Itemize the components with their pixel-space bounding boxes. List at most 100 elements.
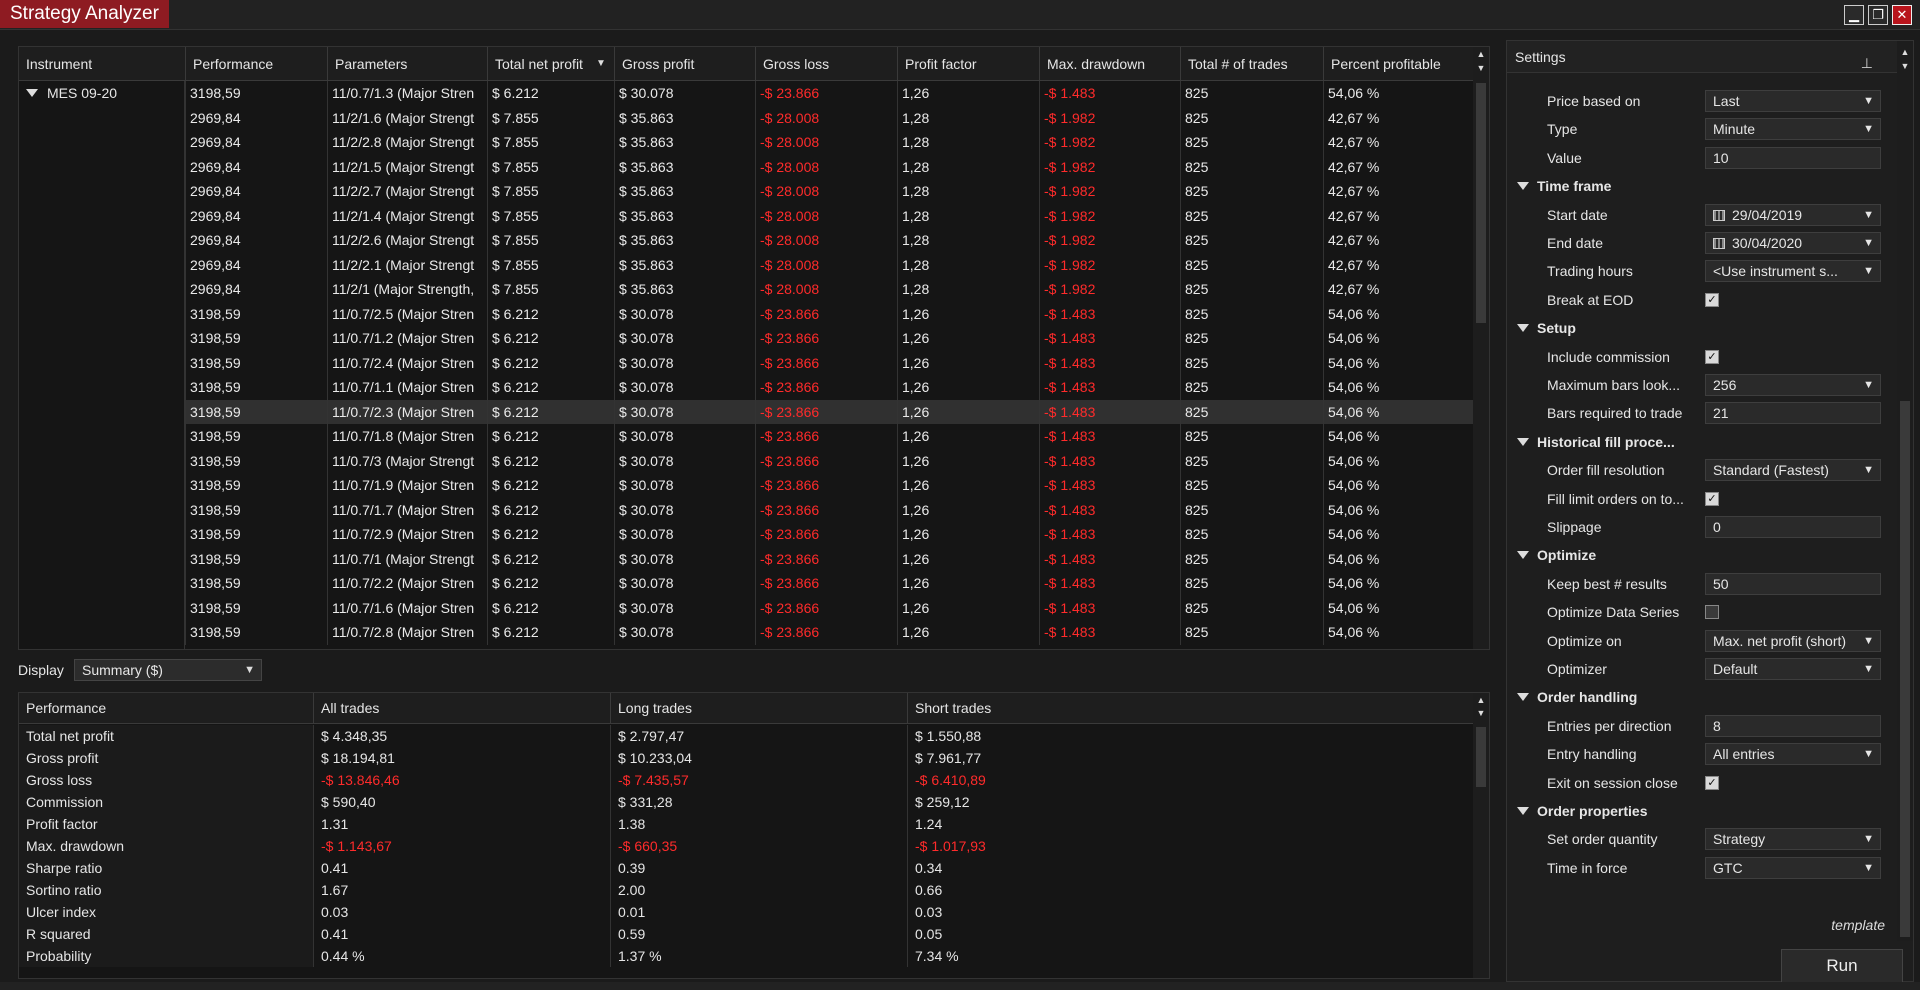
table-row[interactable]: 2969,84 11/2/2.7 (Major Strengt $ 7.855 $ 3…: [19, 179, 1473, 204]
summary-column-header[interactable]: All trades: [313, 693, 610, 724]
settings-scrollbar[interactable]: ▲ ▼: [1897, 41, 1913, 941]
table-row[interactable]: 2969,84 11/2/1.6 (Major Strengt $ 7.855 $ 3…: [19, 105, 1473, 130]
scroll-up-arrow-icon[interactable]: ▲: [1897, 47, 1913, 57]
settings-input[interactable]: 8: [1705, 714, 1881, 737]
scroll-down-arrow-icon[interactable]: ▼: [1473, 63, 1489, 73]
table-row[interactable]: 3198,59 11/0.7/1.3 (Major Stren $ 6.212 $ 3…: [19, 81, 1473, 106]
close-button[interactable]: ✕: [1892, 5, 1912, 25]
settings-select[interactable]: Default ▼: [1705, 658, 1881, 680]
column-header[interactable]: Percent profitable: [1323, 47, 1473, 81]
settings-category[interactable]: Optimize: [1507, 541, 1893, 569]
restore-button[interactable]: ❐: [1868, 5, 1888, 25]
column-header[interactable]: Performance: [185, 47, 327, 81]
run-button[interactable]: Run: [1781, 949, 1903, 983]
settings-select[interactable]: GTC ▼: [1705, 856, 1881, 879]
settings-select[interactable]: Max. net profit (short) ▼: [1705, 629, 1881, 652]
table-row[interactable]: 2969,84 11/2/1 (Major Strength, $ 7.855 $ 3…: [19, 277, 1473, 302]
scroll-down-arrow-icon[interactable]: ▼: [1897, 61, 1913, 71]
summary-row[interactable]: Gross profit $ 18.194,81 $ 10.233,04 $ 7.96…: [19, 747, 1473, 769]
table-row[interactable]: 3198,59 11/0.7/1.9 (Major Stren $ 6.212 $ 3…: [19, 473, 1473, 498]
settings-input[interactable]: 10: [1705, 146, 1881, 169]
table-row[interactable]: 2969,84 11/2/1.4 (Major Strengt $ 7.855 $ 3…: [19, 203, 1473, 228]
settings-select[interactable]: Last ▼: [1705, 90, 1881, 112]
summary-scrollbar[interactable]: ▲ ▼: [1473, 693, 1489, 978]
table-row[interactable]: 3198,59 11/0.7/1.1 (Major Stren $ 6.212 $ 3…: [19, 375, 1473, 400]
column-header[interactable]: Profit factor: [897, 47, 1039, 81]
table-row[interactable]: 3198,59 11/0.7/1.8 (Major Stren $ 6.212 $ 3…: [19, 424, 1473, 449]
summary-row[interactable]: Profit factor 1.31 1.38 1.24: [19, 813, 1473, 835]
settings-select[interactable]: Strategy ▼: [1705, 828, 1881, 851]
settings-category[interactable]: Time frame: [1507, 172, 1893, 200]
settings-select[interactable]: 29/04/2019 ▼: [1705, 203, 1881, 226]
scroll-down-arrow-icon[interactable]: ▼: [1473, 708, 1489, 718]
table-row[interactable]: 3198,59 11/0.7/2.9 (Major Stren $ 6.212 $ 3…: [19, 522, 1473, 547]
scroll-up-arrow-icon[interactable]: ▲: [1473, 695, 1489, 705]
column-header[interactable]: Max. drawdown: [1039, 47, 1180, 81]
table-row[interactable]: 2969,84 11/2/2.8 (Major Strengt $ 7.855 $ 3…: [19, 130, 1473, 155]
results-scrollbar[interactable]: ▲ ▼: [1473, 47, 1489, 649]
column-header[interactable]: Parameters: [327, 47, 487, 81]
collapse-triangle-icon[interactable]: [1517, 437, 1529, 446]
summary-row[interactable]: Max. drawdown -$ 1.143,67 -$ 660,35 -$ 1.01…: [19, 835, 1473, 857]
column-header[interactable]: Gross profit: [614, 47, 755, 81]
table-row[interactable]: 3198,59 11/0.7/2.4 (Major Stren $ 6.212 $ 3…: [19, 350, 1473, 375]
settings-select[interactable]: Standard (Fastest) ▼: [1705, 459, 1881, 482]
calendar-icon[interactable]: [1713, 209, 1725, 221]
table-row[interactable]: 3198,59 11/0.7/1.7 (Major Stren $ 6.212 $ 3…: [19, 497, 1473, 522]
summary-row[interactable]: Sortino ratio 1.67 2.00 0.66: [19, 879, 1473, 901]
settings-category[interactable]: Setup: [1507, 314, 1893, 342]
table-row[interactable]: 3198,59 11/0.7/1.2 (Major Stren $ 6.212 $ 3…: [19, 326, 1473, 351]
settings-input[interactable]: 50: [1705, 572, 1881, 595]
checkbox[interactable]: ✓: [1705, 349, 1719, 364]
collapse-triangle-icon[interactable]: [1517, 324, 1529, 333]
settings-category[interactable]: Historical fill proce...: [1507, 428, 1893, 456]
pin-icon[interactable]: ⊥: [1861, 47, 1873, 79]
results-scroll-thumb[interactable]: [1476, 83, 1486, 323]
collapse-triangle-icon[interactable]: [1517, 182, 1529, 191]
table-row[interactable]: 2969,84 11/2/2.6 (Major Strengt $ 7.855 $ 3…: [19, 228, 1473, 253]
settings-category[interactable]: Order handling: [1507, 683, 1893, 711]
table-row[interactable]: 3198,59 11/0.7/1 (Major Strengt $ 6.212 $ 3…: [19, 546, 1473, 571]
sort-arrow-icon[interactable]: ▼: [596, 59, 606, 69]
settings-input[interactable]: 0: [1705, 516, 1881, 538]
calendar-icon[interactable]: [1713, 238, 1725, 249]
settings-select[interactable]: 256 ▼: [1705, 374, 1881, 396]
collapse-triangle-icon[interactable]: [26, 89, 38, 97]
column-header[interactable]: Total # of trades: [1180, 47, 1323, 81]
collapse-triangle-icon[interactable]: [1517, 807, 1529, 815]
table-row[interactable]: 3198,59 11/0.7/2.2 (Major Stren $ 6.212 $ 3…: [19, 571, 1473, 596]
settings-select[interactable]: Minute ▼: [1705, 118, 1881, 141]
table-row[interactable]: 3198,59 11/0.7/1.6 (Major Stren $ 6.212 $ 3…: [19, 595, 1473, 620]
template-label[interactable]: template: [1831, 917, 1885, 933]
summary-row[interactable]: Gross loss -$ 13.846,46 -$ 7.435,57 -$ 6.41…: [19, 769, 1473, 791]
summary-row[interactable]: R squared 0.41 0.59 0.05: [19, 923, 1473, 945]
summary-row[interactable]: Total net profit $ 4.348,35 $ 2.797,47 $ 1.…: [19, 725, 1473, 747]
column-header[interactable]: Total net profit: [487, 47, 614, 81]
checkbox[interactable]: ✓: [1705, 491, 1719, 506]
table-row[interactable]: 3198,59 11/0.7/2.3 (Major Stren $ 6.212 $ 3…: [19, 399, 1473, 424]
collapse-triangle-icon[interactable]: [1517, 551, 1529, 560]
table-row[interactable]: 3198,59 11/0.7/2.5 (Major Stren $ 6.212 $ 3…: [19, 301, 1473, 326]
settings-select[interactable]: 30/04/2020 ▼: [1705, 232, 1881, 254]
collapse-triangle-icon[interactable]: [1517, 693, 1529, 702]
column-header[interactable]: Instrument: [19, 47, 185, 81]
table-row[interactable]: 2969,84 11/2/2.1 (Major Strengt $ 7.855 $ 3…: [19, 252, 1473, 277]
settings-scroll-thumb[interactable]: [1900, 401, 1910, 937]
summary-row[interactable]: Commission $ 590,40 $ 331,28 $ 259,12: [19, 791, 1473, 813]
summary-scroll-thumb[interactable]: [1476, 727, 1486, 787]
checkbox[interactable]: ✓: [1705, 605, 1719, 620]
settings-input[interactable]: 21: [1705, 402, 1881, 425]
display-select[interactable]: Summary ($) ▼: [74, 659, 262, 681]
settings-select[interactable]: All entries ▼: [1705, 743, 1881, 766]
checkbox[interactable]: ✓: [1705, 775, 1719, 790]
summary-row[interactable]: Ulcer index 0.03 0.01 0.03: [19, 901, 1473, 923]
summary-row[interactable]: Probability 0.44 % 1.37 % 7.34 %: [19, 945, 1473, 967]
summary-row[interactable]: Sharpe ratio 0.41 0.39 0.34: [19, 857, 1473, 879]
settings-category[interactable]: Order properties: [1507, 797, 1893, 825]
summary-column-header[interactable]: Performance: [19, 693, 313, 724]
table-row[interactable]: 3198,59 11/0.7/2.8 (Major Stren $ 6.212 $ 3…: [19, 620, 1473, 645]
minimize-button[interactable]: ▁: [1844, 5, 1864, 25]
summary-column-header[interactable]: Short trades: [907, 693, 1473, 724]
column-header[interactable]: Gross loss: [755, 47, 897, 81]
settings-select[interactable]: <Use instrument s... ▼: [1705, 260, 1881, 283]
